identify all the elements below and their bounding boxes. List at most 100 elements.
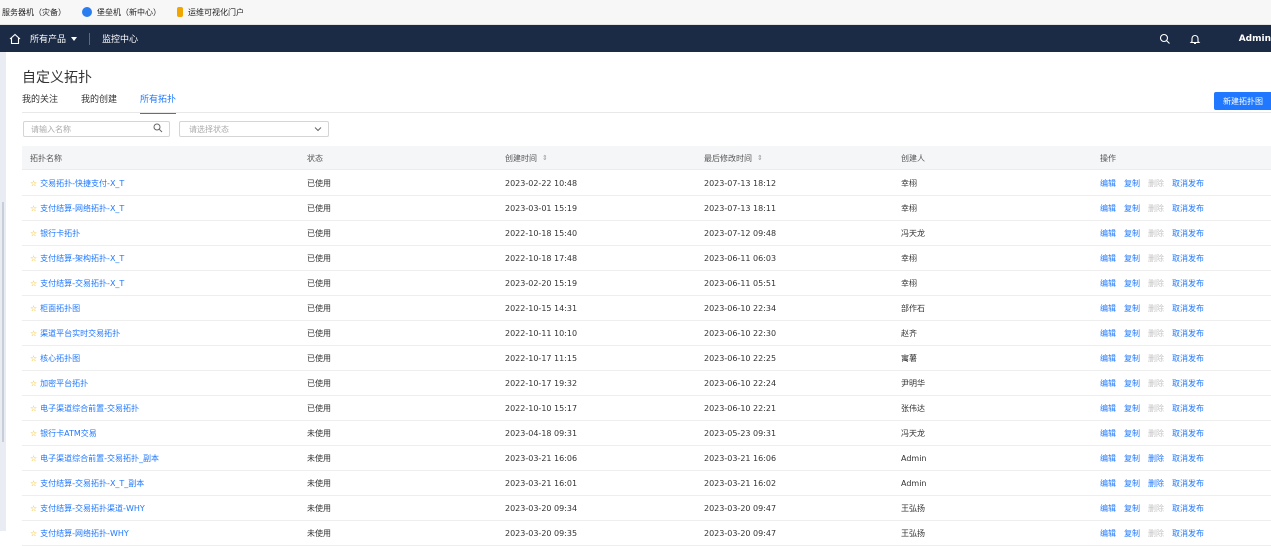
row-actions: 编辑 复制 删除 取消发布: [1100, 171, 1204, 196]
edit-button[interactable]: 编辑: [1100, 378, 1116, 389]
copy-button[interactable]: 复制: [1124, 253, 1140, 264]
topology-name-link[interactable]: ☆ 支付结算-交易拓扑渠道-WHY: [30, 496, 145, 521]
tab-my-created[interactable]: 我的创建: [81, 92, 117, 114]
star-icon[interactable]: ☆: [30, 404, 37, 413]
bookmark-1[interactable]: 堡垒机（新中心）: [82, 7, 161, 18]
edit-button[interactable]: 编辑: [1100, 478, 1116, 489]
star-icon[interactable]: ☆: [30, 229, 37, 238]
creator-cell: 幸栩: [901, 179, 917, 188]
topology-name-link[interactable]: ☆ 支付结算-交易拓扑-X_T: [30, 271, 124, 296]
topology-name-link[interactable]: ☆ 交易拓扑-快捷支付-X_T: [30, 171, 124, 196]
edit-button[interactable]: 编辑: [1100, 328, 1116, 339]
star-icon[interactable]: ☆: [30, 204, 37, 213]
star-icon[interactable]: ☆: [30, 354, 37, 363]
status-select[interactable]: 请选择状态: [179, 121, 329, 137]
copy-button[interactable]: 复制: [1124, 478, 1140, 489]
user-menu[interactable]: Admin: [1239, 34, 1271, 44]
topology-name-link[interactable]: ☆ 渠道平台实时交易拓扑: [30, 321, 120, 346]
star-icon[interactable]: ☆: [30, 254, 37, 263]
home-icon[interactable]: [9, 33, 21, 45]
unpublish-button[interactable]: 取消发布: [1172, 478, 1204, 489]
topology-name-link[interactable]: ☆ 柜面拓扑图: [30, 296, 80, 321]
copy-button[interactable]: 复制: [1124, 528, 1140, 539]
left-scrollbar[interactable]: [0, 52, 6, 531]
star-icon[interactable]: ☆: [30, 479, 37, 488]
topology-name-link[interactable]: ☆ 支付结算-网络拓扑-X_T: [30, 196, 124, 221]
edit-button[interactable]: 编辑: [1100, 503, 1116, 514]
copy-button[interactable]: 复制: [1124, 203, 1140, 214]
copy-button[interactable]: 复制: [1124, 428, 1140, 439]
topology-name-link[interactable]: ☆ 电子渠道综合前置-交易拓扑: [30, 396, 139, 421]
tab-all-topologies[interactable]: 所有拓扑: [140, 92, 177, 114]
topology-name-link[interactable]: ☆ 支付结算-交易拓扑-X_T_副本: [30, 471, 144, 496]
star-icon[interactable]: ☆: [30, 529, 37, 538]
topology-name-link[interactable]: ☆ 银行卡拓扑: [30, 221, 80, 246]
edit-button[interactable]: 编辑: [1100, 353, 1116, 364]
bookmark-0[interactable]: 服务器机（灾备）: [2, 7, 66, 18]
search-icon[interactable]: [153, 123, 163, 135]
delete-button[interactable]: 删除: [1148, 478, 1164, 489]
unpublish-button[interactable]: 取消发布: [1172, 428, 1204, 439]
star-icon[interactable]: ☆: [30, 454, 37, 463]
unpublish-button[interactable]: 取消发布: [1172, 453, 1204, 464]
copy-button[interactable]: 复制: [1124, 303, 1140, 314]
copy-button[interactable]: 复制: [1124, 503, 1140, 514]
edit-button[interactable]: 编辑: [1100, 453, 1116, 464]
unpublish-button[interactable]: 取消发布: [1172, 528, 1204, 539]
unpublish-button[interactable]: 取消发布: [1172, 403, 1204, 414]
all-products-menu[interactable]: 所有产品: [30, 32, 78, 45]
bell-icon[interactable]: [1189, 33, 1201, 45]
unpublish-button[interactable]: 取消发布: [1172, 253, 1204, 264]
topology-name-link[interactable]: ☆ 加密平台拓扑: [30, 371, 88, 396]
sort-icon[interactable]: ⇕: [542, 154, 548, 162]
monitor-center-link[interactable]: 监控中心: [102, 32, 138, 45]
edit-button[interactable]: 编辑: [1100, 228, 1116, 239]
star-icon[interactable]: ☆: [30, 179, 37, 188]
copy-button[interactable]: 复制: [1124, 403, 1140, 414]
topology-name-link[interactable]: ☆ 银行卡ATM交易: [30, 421, 97, 446]
topology-name-link[interactable]: ☆ 电子渠道综合前置-交易拓扑_副本: [30, 446, 159, 471]
edit-button[interactable]: 编辑: [1100, 253, 1116, 264]
topology-name-link[interactable]: ☆ 支付结算-架构拓扑-X_T: [30, 246, 124, 271]
header-modified[interactable]: 最后修改时间 ⇕: [704, 146, 763, 170]
delete-button[interactable]: 删除: [1148, 453, 1164, 464]
unpublish-button[interactable]: 取消发布: [1172, 278, 1204, 289]
star-icon[interactable]: ☆: [30, 504, 37, 513]
copy-button[interactable]: 复制: [1124, 378, 1140, 389]
copy-button[interactable]: 复制: [1124, 178, 1140, 189]
edit-button[interactable]: 编辑: [1100, 178, 1116, 189]
unpublish-button[interactable]: 取消发布: [1172, 378, 1204, 389]
topology-name-link[interactable]: ☆ 核心拓扑图: [30, 346, 80, 371]
header-created[interactable]: 创建时间 ⇕: [505, 146, 548, 170]
bookmark-2[interactable]: 运维可视化门户: [177, 7, 244, 18]
copy-button[interactable]: 复制: [1124, 328, 1140, 339]
copy-button[interactable]: 复制: [1124, 278, 1140, 289]
copy-button[interactable]: 复制: [1124, 228, 1140, 239]
edit-button[interactable]: 编辑: [1100, 403, 1116, 414]
tab-my-follow[interactable]: 我的关注: [22, 92, 58, 114]
star-icon[interactable]: ☆: [30, 379, 37, 388]
unpublish-button[interactable]: 取消发布: [1172, 303, 1204, 314]
unpublish-button[interactable]: 取消发布: [1172, 203, 1204, 214]
edit-button[interactable]: 编辑: [1100, 528, 1116, 539]
star-icon[interactable]: ☆: [30, 429, 37, 438]
star-icon[interactable]: ☆: [30, 329, 37, 338]
star-icon[interactable]: ☆: [30, 304, 37, 313]
name-search-input[interactable]: [31, 124, 141, 134]
edit-button[interactable]: 编辑: [1100, 428, 1116, 439]
unpublish-button[interactable]: 取消发布: [1172, 328, 1204, 339]
unpublish-button[interactable]: 取消发布: [1172, 353, 1204, 364]
edit-button[interactable]: 编辑: [1100, 303, 1116, 314]
topology-name-link[interactable]: ☆ 支付结算-网络拓扑-WHY: [30, 521, 129, 546]
edit-button[interactable]: 编辑: [1100, 278, 1116, 289]
unpublish-button[interactable]: 取消发布: [1172, 178, 1204, 189]
sort-icon[interactable]: ⇕: [757, 154, 763, 162]
new-topology-button[interactable]: 新建拓扑图: [1214, 92, 1271, 110]
search-icon[interactable]: [1159, 33, 1171, 45]
unpublish-button[interactable]: 取消发布: [1172, 228, 1204, 239]
copy-button[interactable]: 复制: [1124, 353, 1140, 364]
unpublish-button[interactable]: 取消发布: [1172, 503, 1204, 514]
star-icon[interactable]: ☆: [30, 279, 37, 288]
edit-button[interactable]: 编辑: [1100, 203, 1116, 214]
copy-button[interactable]: 复制: [1124, 453, 1140, 464]
